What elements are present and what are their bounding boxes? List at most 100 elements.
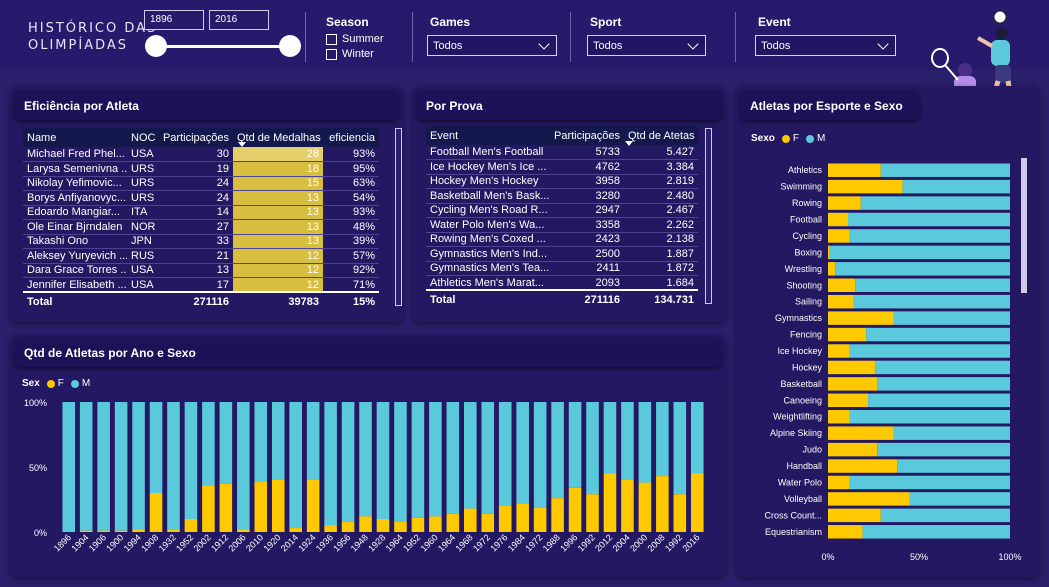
bar-f[interactable] <box>828 212 849 227</box>
table-row[interactable]: Edoardo Mangiar... ITA 14 13 93% <box>23 205 379 220</box>
bar-m[interactable] <box>875 360 1010 375</box>
year-slider-start-handle[interactable] <box>145 35 167 57</box>
bar-m[interactable] <box>376 402 390 519</box>
table-row[interactable]: Basketball Men's Bask... 3280 2.480 <box>426 188 698 204</box>
bar-m[interactable] <box>849 410 1010 424</box>
table-row[interactable]: Cycling Men's Road R... 2947 2.467 <box>426 203 698 218</box>
bar-f[interactable] <box>828 344 850 358</box>
bar-m[interactable] <box>893 426 1010 440</box>
bar-f[interactable] <box>828 327 867 342</box>
bar-f[interactable] <box>376 519 390 532</box>
year-from-input[interactable]: 1896 <box>144 10 204 30</box>
bar-m[interactable] <box>202 402 215 486</box>
table-row[interactable]: Football Men's Football 5733 5.427 <box>426 145 698 160</box>
table-row[interactable]: Water Polo Men's Wa... 3358 2.262 <box>426 217 698 233</box>
bar-f[interactable] <box>690 473 704 533</box>
table-row[interactable]: Gymnastics Men's Ind... 2500 1.887 <box>426 246 698 262</box>
bar-m[interactable] <box>853 294 1010 309</box>
bar-m[interactable] <box>219 402 233 484</box>
winter-checkbox[interactable] <box>326 48 337 60</box>
bar-f[interactable] <box>481 513 495 532</box>
bar-m[interactable] <box>359 402 372 517</box>
season-option-summer[interactable]: Summer <box>326 33 384 45</box>
bar-f[interactable] <box>828 163 881 177</box>
col-atletas-header[interactable]: Qtd de Atetas <box>624 126 698 145</box>
table-row[interactable]: Athletics Men's Marat... 2093 1.684 <box>426 275 698 291</box>
bar-m[interactable] <box>909 492 1010 506</box>
bar-f[interactable] <box>132 529 145 532</box>
table-row[interactable]: Ice Hockey Men's Ice ... 4762 3.384 <box>426 159 698 175</box>
bar-m[interactable] <box>498 402 512 506</box>
bar-f[interactable] <box>202 485 215 532</box>
bar-f[interactable] <box>828 179 903 194</box>
col-event-header[interactable]: Event <box>426 126 550 145</box>
bar-f[interactable] <box>167 529 180 532</box>
bar-f[interactable] <box>359 516 372 532</box>
bar-m[interactable] <box>464 402 477 509</box>
table-row[interactable]: Rowing Men's Coxed ... 2423 2.138 <box>426 232 698 247</box>
col-eficiencia-header[interactable]: eficiencia <box>323 128 379 147</box>
bar-f[interactable] <box>586 494 599 532</box>
bar-m[interactable] <box>324 402 337 526</box>
bar-m[interactable] <box>184 402 198 519</box>
table-row[interactable]: Gymnastics Men's Tea... 2411 1.872 <box>426 261 698 276</box>
bar-f[interactable] <box>97 530 110 532</box>
bar-f[interactable] <box>828 492 910 506</box>
bar-f[interactable] <box>306 480 320 532</box>
bar-m[interactable] <box>149 402 163 493</box>
bar-f[interactable] <box>271 480 285 532</box>
table-row[interactable]: Jennifer Elisabeth ... USA 17 12 71% <box>23 277 379 293</box>
bar-f[interactable] <box>551 498 564 532</box>
bar-m[interactable] <box>429 402 442 517</box>
bar-f[interactable] <box>673 494 687 532</box>
bar-f[interactable] <box>237 529 250 532</box>
bar-m[interactable] <box>868 393 1010 408</box>
table-row[interactable]: Takashi Ono JPN 33 13 39% <box>23 234 379 249</box>
bar-f[interactable] <box>568 487 582 532</box>
season-option-winter[interactable]: Winter <box>326 48 374 60</box>
bar-m[interactable] <box>877 377 1010 391</box>
bar-m[interactable] <box>862 525 1010 539</box>
bar-m[interactable] <box>855 278 1010 292</box>
sport-dropdown[interactable]: Todos <box>587 35 706 56</box>
bar-m[interactable] <box>849 344 1010 358</box>
bar-m[interactable] <box>897 459 1010 473</box>
table-row[interactable]: Dara Grace Torres ... USA 13 12 92% <box>23 263 379 278</box>
eficiencia-scrollbar[interactable] <box>395 128 402 306</box>
col-noc-header[interactable]: NOC <box>127 128 157 147</box>
bar-f[interactable] <box>411 517 425 532</box>
bar-m[interactable] <box>551 402 564 499</box>
esporte-scrollbar[interactable] <box>1021 158 1027 293</box>
bar-f[interactable] <box>828 360 876 375</box>
bar-m[interactable] <box>866 327 1010 342</box>
bar-f[interactable] <box>149 493 163 532</box>
bar-m[interactable] <box>893 311 1010 325</box>
bar-m[interactable] <box>586 402 599 495</box>
bar-f[interactable] <box>79 530 93 532</box>
table-row[interactable]: Larysa Semenivna ... URS 19 18 95% <box>23 161 379 177</box>
year-to-input[interactable]: 2016 <box>209 10 269 30</box>
bar-f[interactable] <box>828 475 850 490</box>
bar-m[interactable] <box>341 402 355 522</box>
bar-m[interactable] <box>603 402 617 474</box>
bar-f[interactable] <box>828 245 830 260</box>
table-row[interactable]: Hockey Men's Hockey 3958 2.819 <box>426 174 698 189</box>
bar-m[interactable] <box>860 196 1010 210</box>
bar-f[interactable] <box>828 410 850 424</box>
bar-f[interactable] <box>828 508 881 523</box>
bar-m[interactable] <box>114 402 128 531</box>
table-row[interactable]: Borys Anfiyanovyc... URS 24 13 54% <box>23 190 379 206</box>
bar-f[interactable] <box>429 516 442 532</box>
bar-f[interactable] <box>828 426 894 440</box>
bar-m[interactable] <box>446 402 460 514</box>
col-participacoes-header[interactable]: Participações <box>550 126 624 145</box>
bar-m[interactable] <box>849 229 1010 243</box>
bar-f[interactable] <box>621 480 634 532</box>
bar-m[interactable] <box>306 402 320 480</box>
bar-m[interactable] <box>481 402 495 514</box>
bar-f[interactable] <box>446 513 460 532</box>
bar-m[interactable] <box>829 245 1010 260</box>
bar-f[interactable] <box>828 278 856 292</box>
bar-m[interactable] <box>568 402 582 488</box>
bar-f[interactable] <box>828 196 861 210</box>
